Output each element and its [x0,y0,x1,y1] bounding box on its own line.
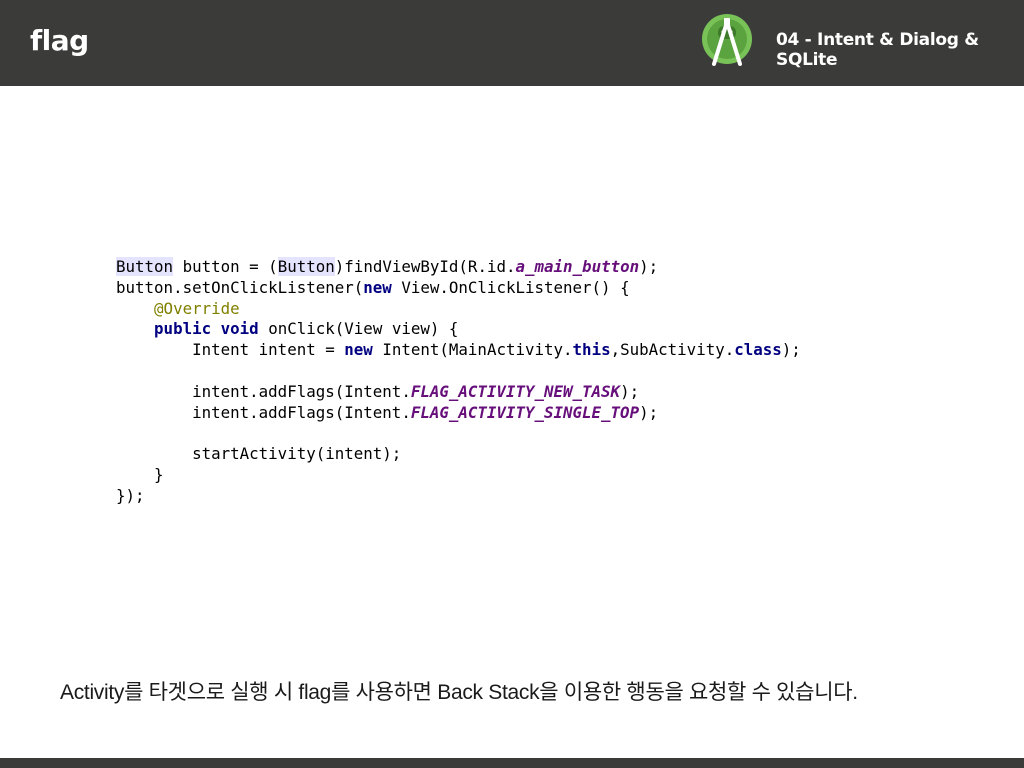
code-token: Button [116,257,174,276]
code-line: Button button = (Button)findViewById(R.i… [116,257,801,278]
code-token: }); [116,485,145,505]
code-token: intent.addFlags(Intent. [116,381,411,401]
code-token: FLAG_ACTIVITY_NEW_TASK [410,381,621,401]
code-token: a_main_button [515,257,640,276]
code-line: @Override [116,299,801,320]
code-token: onClick(View view) { [258,319,459,339]
code-token: Intent intent = [116,340,345,360]
code-token: intent.addFlags(Intent. [116,402,411,422]
code-token: View.OnClickListener() { [391,277,630,297]
code-token: ); [639,257,659,276]
code-token: button = ( [173,257,278,276]
code-line: intent.addFlags(Intent.FLAG_ACTIVITY_SIN… [116,403,801,424]
course-section-label: 04 - Intent & Dialog & SQLite [776,30,979,70]
slide-title: flag [30,24,89,57]
code-line: intent.addFlags(Intent.FLAG_ACTIVITY_NEW… [116,382,801,403]
code-line: startActivity(intent); [116,444,801,465]
code-snippet: Button button = (Button)findViewById(R.i… [116,257,801,507]
code-token: this [572,340,611,360]
code-token: )findViewById(R.id. [334,257,516,276]
code-token: class [734,340,782,360]
android-studio-icon [702,14,752,66]
caption-text: Activity를 타겟으로 실행 시 flag를 사용하면 Back Stac… [60,681,858,704]
code-token: ); [620,381,640,401]
header-bar: flag 04 - Intent & Dialog & SQLite [0,0,1024,86]
code-line: } [116,465,801,486]
code-line: public void onClick(View view) { [116,319,801,340]
code-line: button.setOnClickListener(new View.OnCli… [116,278,801,299]
code-line: }); [116,486,801,507]
code-token: @Override [154,298,240,318]
footer-bar [0,758,1024,768]
code-line: Intent intent = new Intent(MainActivity.… [116,340,801,361]
code-token: startActivity(intent); [116,444,402,464]
code-token: public [154,319,212,339]
code-token: Intent(MainActivity. [372,340,573,360]
code-token: button.setOnClickListener( [116,277,364,297]
code-token: FLAG_ACTIVITY_SINGLE_TOP [410,402,640,422]
code-token: ); [639,402,659,422]
code-token: void [220,319,259,339]
code-token: ,SubActivity. [610,340,735,360]
code-token: } [116,464,164,484]
code-token: new [344,340,373,360]
code-token: new [363,277,392,297]
code-token: ); [781,340,801,360]
code-token: Button [277,257,335,276]
